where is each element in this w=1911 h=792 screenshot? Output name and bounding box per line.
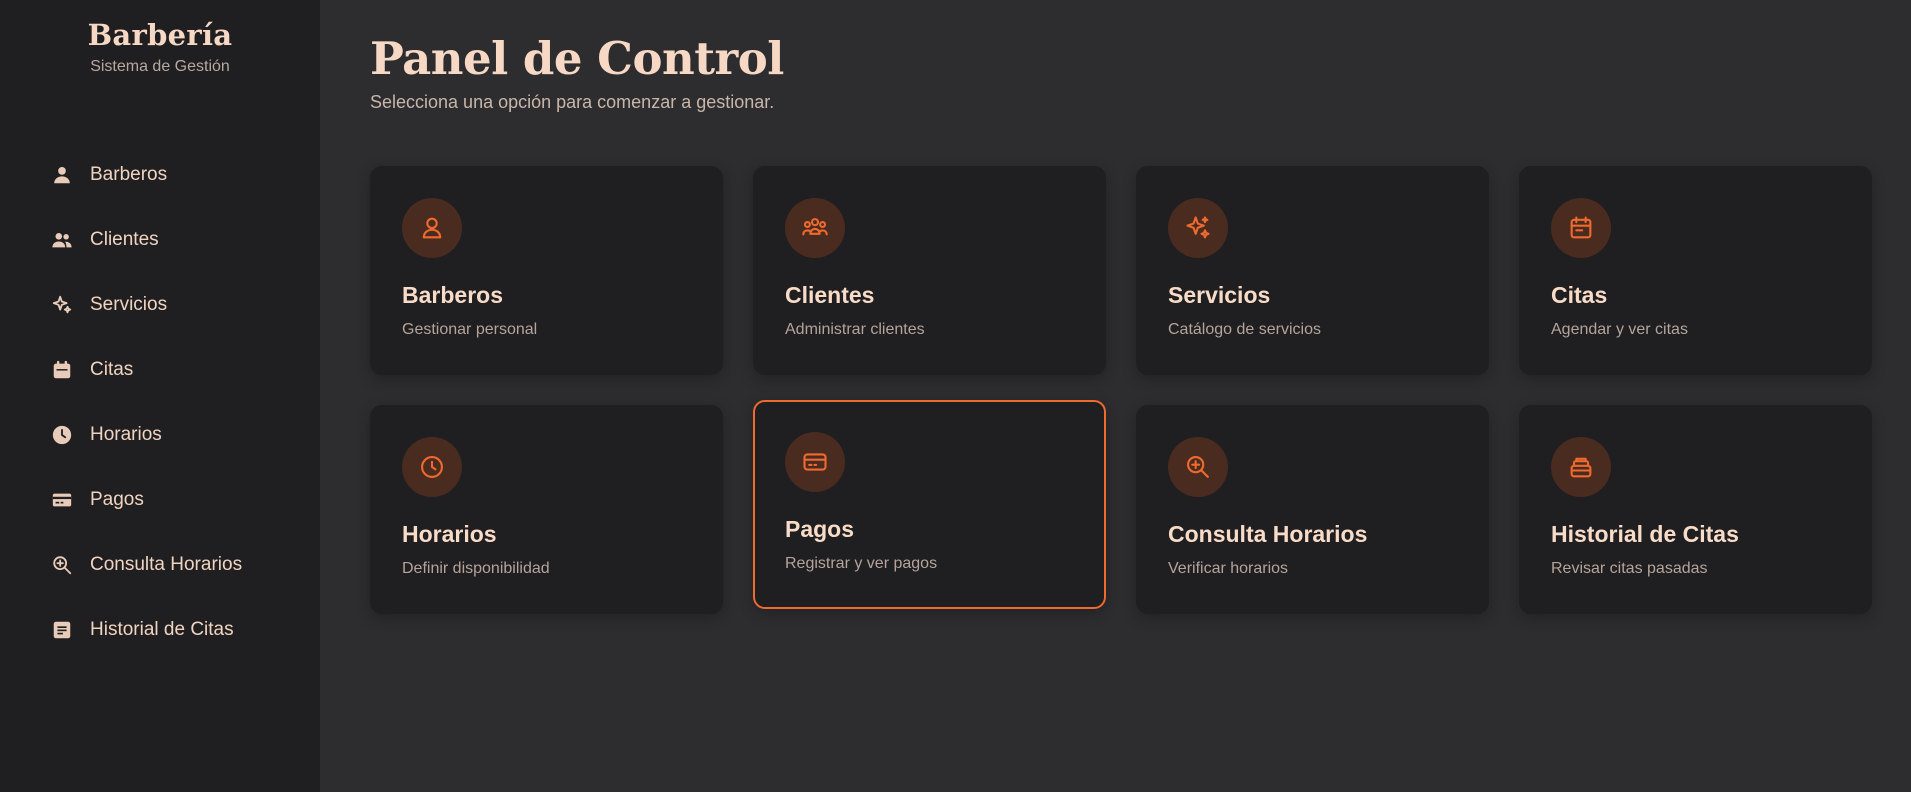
credit-card-icon	[785, 432, 845, 492]
card-servicios[interactable]: Servicios Catálogo de servicios	[1136, 166, 1489, 375]
card-title: Consulta Horarios	[1168, 521, 1368, 547]
brand-subtitle: Sistema de Gestión	[90, 58, 230, 75]
dashboard-grid: Barberos Gestionar personal Clientes Adm…	[370, 166, 1872, 614]
card-citas[interactable]: Citas Agendar y ver citas	[1519, 166, 1872, 375]
main-content: Panel de Control Selecciona una opción p…	[320, 0, 1911, 792]
card-description: Registrar y ver pagos	[785, 555, 938, 572]
card-clientes[interactable]: Clientes Administrar clientes	[753, 166, 1106, 375]
sidebar-item-label: Pagos	[90, 488, 144, 510]
sidebar-nav: Barberos Clientes Servicios Citas Horari…	[0, 142, 320, 662]
card-title: Horarios	[402, 521, 497, 547]
brand-title: Barbería	[87, 18, 233, 52]
card-description: Administrar clientes	[785, 321, 925, 338]
sidebar-item-label: Historial de Citas	[90, 618, 234, 640]
sidebar-item-barberos[interactable]: Barberos	[0, 142, 320, 207]
card-historial-de-citas[interactable]: Historial de Citas Revisar citas pasadas	[1519, 405, 1872, 614]
clock-icon	[402, 437, 462, 497]
card-description: Agendar y ver citas	[1551, 321, 1688, 338]
users-icon	[785, 198, 845, 258]
card-description: Gestionar personal	[402, 321, 538, 338]
sidebar: Barbería Sistema de Gestión Barberos Cli…	[0, 0, 320, 792]
page-title: Panel de Control	[370, 32, 784, 85]
sparkles-icon	[1168, 198, 1228, 258]
clock-icon	[50, 423, 74, 447]
sidebar-item-label: Consulta Horarios	[90, 553, 243, 575]
card-title: Barberos	[402, 282, 503, 308]
card-description: Revisar citas pasadas	[1551, 560, 1708, 577]
zoom-in-icon	[50, 553, 74, 577]
zoom-in-icon	[1168, 437, 1228, 497]
card-title: Clientes	[785, 282, 875, 308]
calendar-icon	[50, 358, 74, 382]
card-title: Historial de Citas	[1551, 521, 1739, 547]
sidebar-item-clientes[interactable]: Clientes	[0, 207, 320, 272]
card-description: Catálogo de servicios	[1168, 321, 1321, 338]
archive-icon	[1551, 437, 1611, 497]
card-title: Citas	[1551, 282, 1608, 308]
brand: Barbería Sistema de Gestión	[0, 0, 320, 76]
user-icon	[50, 163, 74, 187]
sidebar-item-horarios[interactable]: Horarios	[0, 402, 320, 467]
document-icon	[50, 618, 74, 642]
sidebar-item-label: Servicios	[90, 293, 168, 315]
sidebar-item-historial-de-citas[interactable]: Historial de Citas	[0, 597, 320, 662]
sidebar-item-citas[interactable]: Citas	[0, 337, 320, 402]
sidebar-item-label: Clientes	[90, 228, 159, 250]
sidebar-item-consulta-horarios[interactable]: Consulta Horarios	[0, 532, 320, 597]
sidebar-item-label: Horarios	[90, 423, 162, 445]
card-barberos[interactable]: Barberos Gestionar personal	[370, 166, 723, 375]
sidebar-item-label: Barberos	[90, 163, 168, 185]
sidebar-item-pagos[interactable]: Pagos	[0, 467, 320, 532]
sidebar-item-label: Citas	[90, 358, 134, 380]
card-consulta-horarios[interactable]: Consulta Horarios Verificar horarios	[1136, 405, 1489, 614]
user-icon	[402, 198, 462, 258]
calendar-icon	[1551, 198, 1611, 258]
sparkles-icon	[50, 293, 74, 317]
card-description: Verificar horarios	[1168, 560, 1289, 577]
page-subtitle: Selecciona una opción para comenzar a ge…	[370, 92, 775, 112]
card-description: Definir disponibilidad	[402, 560, 550, 577]
users-icon	[50, 228, 74, 252]
sidebar-item-servicios[interactable]: Servicios	[0, 272, 320, 337]
card-title: Pagos	[785, 516, 855, 542]
card-pagos[interactable]: Pagos Registrar y ver pagos	[753, 400, 1106, 609]
card-title: Servicios	[1168, 282, 1271, 308]
credit-card-icon	[50, 488, 74, 512]
card-horarios[interactable]: Horarios Definir disponibilidad	[370, 405, 723, 614]
